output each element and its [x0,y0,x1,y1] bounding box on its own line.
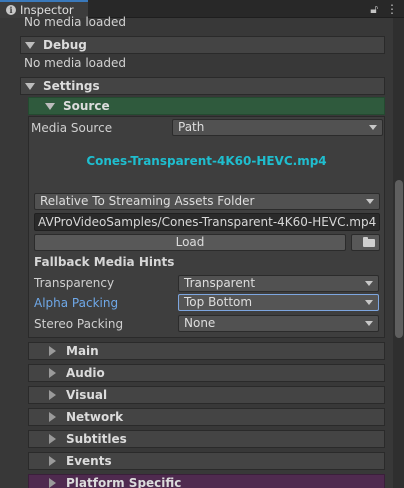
collapse-arrow-icon [49,412,56,422]
chevron-down-icon [365,300,373,305]
visual-section-header[interactable]: Visual [28,386,385,404]
media-source-label: Media Source [31,121,113,135]
source-section-header[interactable]: Source [28,97,385,115]
path-mode-dropdown[interactable]: Relative To Streaming Assets Folder [34,193,380,210]
collapse-arrow-icon [49,390,56,400]
settings-section-header[interactable]: Settings [20,77,385,95]
platform-specific-section-title: Platform Specific [66,476,182,488]
info-icon: i [6,5,16,15]
vertical-scrollbar[interactable] [393,18,404,488]
browse-button[interactable] [351,234,380,251]
media-source-value: Path [178,120,205,134]
collapse-arrow-icon [49,478,56,488]
source-title: Source [63,99,110,113]
path-input[interactable]: AVProVideoSamples/Cones-Transparent-4K60… [34,213,380,231]
main-section-header[interactable]: Main [28,342,385,360]
path-mode-value: Relative To Streaming Assets Folder [40,194,255,208]
chevron-down-icon [366,199,374,204]
scrollbar-thumb[interactable] [395,180,403,338]
chevron-down-icon [365,321,373,326]
settings-title: Settings [43,79,100,93]
expand-arrow-icon [25,82,35,90]
platform-specific-section-header[interactable]: Platform Specific [28,474,385,488]
debug-section-header[interactable]: Debug [20,36,385,54]
tab-tools: 🔓︎ ⋮ [370,1,398,17]
source-panel: Media Source Path Cones-Transparent-4K60… [28,116,385,338]
expand-arrow-icon [45,102,55,110]
fallback-media-hints-heading: Fallback Media Hints [34,255,175,269]
network-section-header[interactable]: Network [28,408,385,426]
expand-arrow-icon [25,41,35,49]
top-status-text: No media loaded [24,15,126,29]
network-section-title: Network [66,410,124,424]
stereo-packing-dropdown[interactable]: None [178,315,379,332]
media-source-dropdown[interactable]: Path [172,119,383,136]
alpha-packing-label: Alpha Packing [34,296,119,310]
subtitles-section-title: Subtitles [66,432,127,446]
folder-icon [363,237,375,247]
stereo-packing-value: None [184,316,216,330]
visual-section-title: Visual [66,388,108,402]
alpha-packing-dropdown[interactable]: Top Bottom [178,294,379,311]
transparency-value: Transparent [184,276,256,290]
collapse-arrow-icon [49,434,56,444]
kebab-menu-icon[interactable]: ⋮ [386,1,398,17]
transparency-dropdown[interactable]: Transparent [178,275,379,292]
audio-section-title: Audio [66,366,105,380]
chevron-down-icon [365,281,373,286]
main-section-title: Main [66,344,99,358]
collapse-arrow-icon [49,456,56,466]
audio-section-header[interactable]: Audio [28,364,385,382]
load-button[interactable]: Load [34,234,346,251]
stereo-packing-label: Stereo Packing [34,317,124,331]
chevron-down-icon [369,125,377,130]
debug-status-text: No media loaded [24,56,126,70]
lock-icon[interactable]: 🔓︎ [370,1,378,17]
subtitles-section-header[interactable]: Subtitles [28,430,385,448]
alpha-packing-value: Top Bottom [184,295,253,309]
transparency-label: Transparency [34,276,115,290]
events-section-title: Events [66,454,112,468]
collapse-arrow-icon [49,346,56,356]
events-section-header[interactable]: Events [28,452,385,470]
media-name-text: Cones-Transparent-4K60-HEVC.mp4 [86,154,327,168]
collapse-arrow-icon [49,368,56,378]
debug-title: Debug [43,38,87,52]
